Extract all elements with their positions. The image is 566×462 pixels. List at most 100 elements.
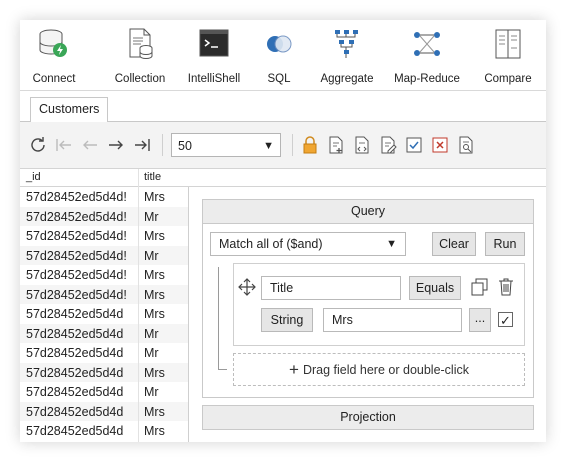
delete-document-icon[interactable] (430, 135, 450, 155)
add-document-icon[interactable] (326, 135, 346, 155)
connect-button[interactable]: Connect (26, 26, 82, 86)
cell-title[interactable]: Mr (144, 385, 159, 399)
table-row[interactable]: 57d28452ed5d4d! Mrs (20, 226, 188, 246)
collection-label: Collection (114, 73, 166, 85)
drop-hint: Drag field here or double-click (302, 363, 469, 377)
sql-button[interactable]: SQL (256, 26, 302, 86)
cell-title[interactable]: Mrs (144, 307, 165, 321)
validate-document-icon[interactable] (404, 135, 424, 155)
cell-id[interactable]: 57d28452ed5d4d (26, 307, 138, 321)
cell-title[interactable]: Mr (144, 210, 159, 224)
query-header[interactable]: Query (202, 199, 534, 224)
cell-title[interactable]: Mrs (144, 366, 165, 380)
condition-group-bracket (218, 267, 227, 370)
collection-button[interactable]: Collection (108, 26, 172, 86)
table-row[interactable]: 57d28452ed5d4d! Mrs (20, 284, 188, 304)
table-row[interactable]: 57d28452ed5d4d Mrs (20, 362, 188, 382)
tab-bar: Customers (20, 91, 546, 123)
cell-title[interactable]: Mr (144, 346, 159, 360)
drop-zone[interactable]: + Drag field here or double-click (233, 353, 525, 386)
cell-id[interactable]: 57d28452ed5d4d (26, 385, 138, 399)
intellishell-button[interactable]: IntelliShell (184, 26, 244, 86)
chevron-down-icon: ▼ (386, 238, 397, 250)
cell-id[interactable]: 57d28452ed5d4d! (26, 210, 138, 224)
type-button[interactable]: String (261, 308, 313, 332)
table-row[interactable]: 57d28452ed5d4d Mrs (20, 421, 188, 441)
clear-button[interactable]: Clear (432, 232, 476, 256)
cell-title[interactable]: Mrs (144, 190, 165, 204)
cell-id[interactable]: 57d28452ed5d4d (26, 346, 138, 360)
projection-header[interactable]: Projection (202, 405, 534, 430)
edit-document-icon[interactable] (378, 135, 398, 155)
ribbon: Connect Collection IntelliShell SQL Aggr… (20, 20, 546, 90)
table-row[interactable]: 57d28452ed5d4d! Mr (20, 206, 188, 226)
cell-id[interactable]: 57d28452ed5d4d (26, 327, 138, 341)
view-document-icon[interactable] (352, 135, 372, 155)
cell-title[interactable]: Mr (144, 249, 159, 263)
first-page-icon[interactable] (54, 135, 74, 155)
map-reduce-label: Map-Reduce (394, 73, 460, 85)
page-size-select[interactable]: 50 ▼ (171, 133, 281, 157)
last-page-icon[interactable] (132, 135, 152, 155)
sql-label: SQL (267, 73, 291, 85)
trash-icon[interactable] (497, 277, 515, 296)
cell-id[interactable]: 57d28452ed5d4d (26, 366, 138, 380)
cell-title[interactable]: Mrs (144, 405, 165, 419)
value-input[interactable]: Mrs (323, 308, 462, 332)
table-row[interactable]: 57d28452ed5d4d Mrs (20, 304, 188, 324)
move-icon[interactable] (238, 278, 256, 296)
cell-id[interactable]: 57d28452ed5d4d! (26, 288, 138, 302)
results-grid: 57d28452ed5d4d! Mrs 57d28452ed5d4d! Mr 57d28… (20, 169, 189, 442)
cell-title[interactable]: Mrs (144, 288, 165, 302)
cell-id[interactable]: 57d28452ed5d4d (26, 405, 138, 419)
compare-label: Compare (484, 73, 532, 85)
toolbar-separator (162, 134, 163, 156)
plus-icon: + (289, 360, 299, 379)
cell-id[interactable]: 57d28452ed5d4d! (26, 229, 138, 243)
table-row[interactable]: 57d28452ed5d4d Mr (20, 323, 188, 343)
cell-id[interactable]: 57d28452ed5d4d! (26, 249, 138, 263)
table-row[interactable]: 57d28452ed5d4d! Mrs (20, 265, 188, 285)
cell-title[interactable]: Mrs (144, 424, 165, 438)
terminal-icon (199, 29, 229, 57)
map-reduce-button[interactable]: Map-Reduce (392, 26, 462, 86)
aggregate-label: Aggregate (320, 73, 374, 85)
cell-id[interactable]: 57d28452ed5d4d (26, 424, 138, 438)
cell-title[interactable]: Mr (144, 327, 159, 341)
intellishell-label: IntelliShell (187, 73, 241, 85)
table-row[interactable]: 57d28452ed5d4d Mrs (20, 401, 188, 421)
copy-icon[interactable] (471, 278, 489, 296)
search-document-icon[interactable] (456, 135, 476, 155)
chevron-down-icon: ▼ (263, 140, 274, 152)
aggregate-button[interactable]: Aggregate (316, 26, 378, 86)
map-reduce-icon (414, 32, 440, 56)
database-connect-icon (39, 29, 67, 57)
value-options-button[interactable]: ... (469, 308, 491, 332)
previous-page-icon[interactable] (80, 135, 100, 155)
table-row[interactable]: 57d28452ed5d4d! Mrs (20, 187, 188, 207)
tab-customers[interactable]: Customers (30, 97, 109, 123)
results-toolbar: 50 ▼ (20, 122, 546, 169)
cell-title[interactable]: Mrs (144, 229, 165, 243)
match-mode-select[interactable]: Match all of ($and) ▼ (210, 232, 406, 256)
collection-icon (129, 28, 153, 60)
toolbar-separator (292, 134, 293, 156)
table-row[interactable]: 57d28452ed5d4d! Mr (20, 245, 188, 265)
next-page-icon[interactable] (106, 135, 126, 155)
operator-button[interactable]: Equals (409, 276, 461, 300)
table-row[interactable]: 57d28452ed5d4d Mr (20, 382, 188, 402)
lock-icon[interactable] (300, 135, 320, 155)
cell-title[interactable]: Mrs (144, 268, 165, 282)
field-name-input[interactable]: Title (261, 276, 401, 300)
refresh-icon[interactable] (28, 135, 48, 155)
compare-button[interactable]: Compare (480, 26, 536, 86)
table-row[interactable]: 57d28452ed5d4d Mr (20, 343, 188, 363)
cell-id[interactable]: 57d28452ed5d4d! (26, 190, 138, 204)
cell-id[interactable]: 57d28452ed5d4d! (26, 268, 138, 282)
include-checkbox[interactable]: ✓ (498, 312, 513, 328)
compare-icon (495, 29, 521, 59)
sql-icon (267, 35, 292, 53)
column-divider (138, 169, 139, 442)
run-button[interactable]: Run (485, 232, 525, 256)
connect-label: Connect (32, 73, 76, 85)
